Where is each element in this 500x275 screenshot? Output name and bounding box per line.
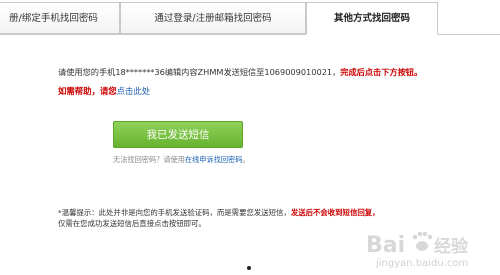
tab-phone-recovery[interactable]: 册/绑定手机找回密码 — [0, 2, 120, 34]
paw-icon — [412, 231, 433, 251]
warning-line-1: *温馨提示：此处并非是向您的手机发送验证码，而是需要您发送短信，发送后不会收到短… — [58, 207, 380, 218]
tab-other-recovery[interactable]: 其他方式找回密码 — [306, 2, 438, 35]
instruction-body: 请使用您的手机18*******36编辑内容ZHMM发送短信至106900901… — [58, 67, 341, 77]
watermark-sub: jingyan.baidu.com — [375, 258, 468, 269]
warning-note: *温馨提示：此处并非是向您的手机发送验证码，而是需要您发送短信，发送后不会收到短… — [58, 207, 380, 229]
watermark-brand: Bai — [366, 233, 405, 258]
help-label: 如需帮助，请您 — [58, 86, 117, 96]
sent-sms-button[interactable]: 我已发送短信 — [113, 121, 243, 148]
tab-bar: 册/绑定手机找回密码 通过登录/注册邮箱找回密码 其他方式找回密码 — [0, 0, 500, 35]
help-line: 如需帮助，请您点击此处 — [58, 85, 150, 97]
instruction-emphasis: 完成后点击下方按钮。 — [340, 67, 423, 77]
recovery-hint: 无法找回密码？请使用在线申诉找回密码。 — [113, 155, 250, 165]
help-link[interactable]: 点击此处 — [117, 86, 151, 96]
pager-dot — [247, 266, 251, 270]
hint-text: 无法找回密码？请使用 — [113, 155, 185, 164]
baidu-watermark: Bai 经验 jingyan.baidu.com — [366, 231, 469, 269]
watermark-brand-2: 经验 — [434, 236, 469, 257]
hint-end: 。 — [242, 155, 250, 164]
warning-emphasis: 发送后不会收到短信回复， — [290, 208, 380, 217]
instruction-text: 请使用您的手机18*******36编辑内容ZHMM发送短信至106900901… — [58, 66, 422, 78]
tab-email-recovery[interactable]: 通过登录/注册邮箱找回密码 — [120, 2, 306, 34]
warning-line-2: 仅需在您成功发送短信后直接点击按钮即可。 — [58, 219, 206, 228]
appeal-link[interactable]: 在线申诉找回密码 — [185, 155, 243, 164]
warning-text: *温馨提示：此处并非是向您的手机发送验证码，而是需要您发送短信， — [58, 208, 291, 217]
